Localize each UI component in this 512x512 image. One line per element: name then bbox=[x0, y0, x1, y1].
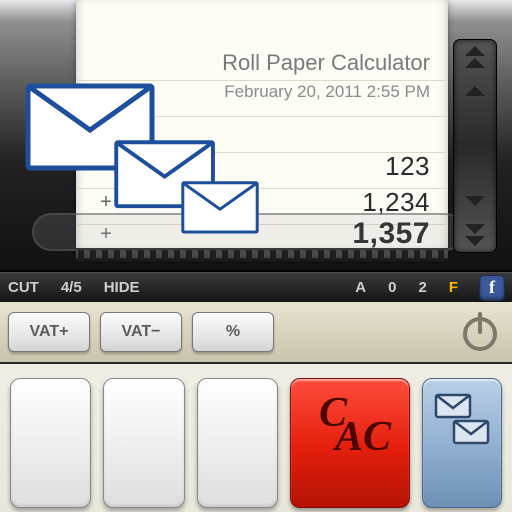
tape-operator: + bbox=[76, 223, 136, 246]
decimal-2[interactable]: 2 bbox=[418, 279, 426, 296]
mode-cut[interactable]: CUT bbox=[8, 279, 39, 296]
tape-row[interactable]: 123 bbox=[76, 148, 448, 184]
tape-value: 1,234 bbox=[136, 187, 448, 218]
tape-row[interactable]: + 1,234 bbox=[76, 184, 448, 220]
display-frame: Roll Paper Calculator February 20, 2011 … bbox=[0, 0, 512, 272]
tape-timestamp: February 20, 2011 2:55 PM bbox=[224, 82, 430, 102]
scroll-bottom-button[interactable] bbox=[454, 218, 496, 252]
clear-label-ac: AC bbox=[335, 413, 391, 461]
facebook-button[interactable]: f bbox=[480, 276, 504, 300]
chevron-up-icon bbox=[465, 58, 485, 68]
email-tape-button[interactable] bbox=[422, 378, 502, 508]
scroll-up-button[interactable] bbox=[454, 74, 496, 108]
tape-title: Roll Paper Calculator bbox=[222, 50, 430, 76]
percent-button[interactable]: % bbox=[192, 312, 274, 352]
decimal-a[interactable]: A bbox=[355, 279, 366, 296]
numeric-key[interactable] bbox=[103, 378, 184, 508]
vat-plus-button[interactable]: VAT+ bbox=[8, 312, 90, 352]
decimal-0[interactable]: 0 bbox=[388, 279, 396, 296]
paper-tear-edge bbox=[76, 248, 448, 262]
chevron-down-icon bbox=[465, 236, 485, 246]
tape-value: 123 bbox=[136, 151, 448, 182]
chevron-down-icon bbox=[465, 224, 485, 234]
tape-scrollbar[interactable] bbox=[454, 40, 496, 252]
tape-row-current[interactable]: + 1,357 bbox=[76, 216, 448, 252]
clear-all-clear-button[interactable]: C AC bbox=[290, 378, 410, 508]
chevron-up-icon bbox=[465, 86, 485, 96]
scroll-down-button[interactable] bbox=[454, 184, 496, 218]
paper-tape: Roll Paper Calculator February 20, 2011 … bbox=[76, 0, 448, 248]
main-key-row: C AC bbox=[0, 364, 512, 512]
function-key-row: VAT+ VAT− % bbox=[0, 302, 512, 364]
envelope-icon bbox=[432, 389, 492, 459]
numeric-key[interactable] bbox=[10, 378, 91, 508]
tape-value: 1,357 bbox=[136, 217, 448, 251]
vat-minus-button[interactable]: VAT− bbox=[100, 312, 182, 352]
decimal-f[interactable]: F bbox=[449, 279, 458, 296]
keypad: VAT+ VAT− % C AC bbox=[0, 302, 512, 512]
scroll-top-button[interactable] bbox=[454, 40, 496, 74]
numeric-key[interactable] bbox=[197, 378, 278, 508]
mode-hide[interactable]: HIDE bbox=[104, 279, 140, 296]
mode-status-bar: CUT 4/5 HIDE A 0 2 F f bbox=[0, 272, 512, 302]
tape-operator: + bbox=[76, 191, 136, 214]
mode-round[interactable]: 4/5 bbox=[61, 279, 82, 296]
chevron-up-icon bbox=[465, 46, 485, 56]
chevron-down-icon bbox=[465, 196, 485, 206]
power-button[interactable] bbox=[456, 308, 504, 356]
